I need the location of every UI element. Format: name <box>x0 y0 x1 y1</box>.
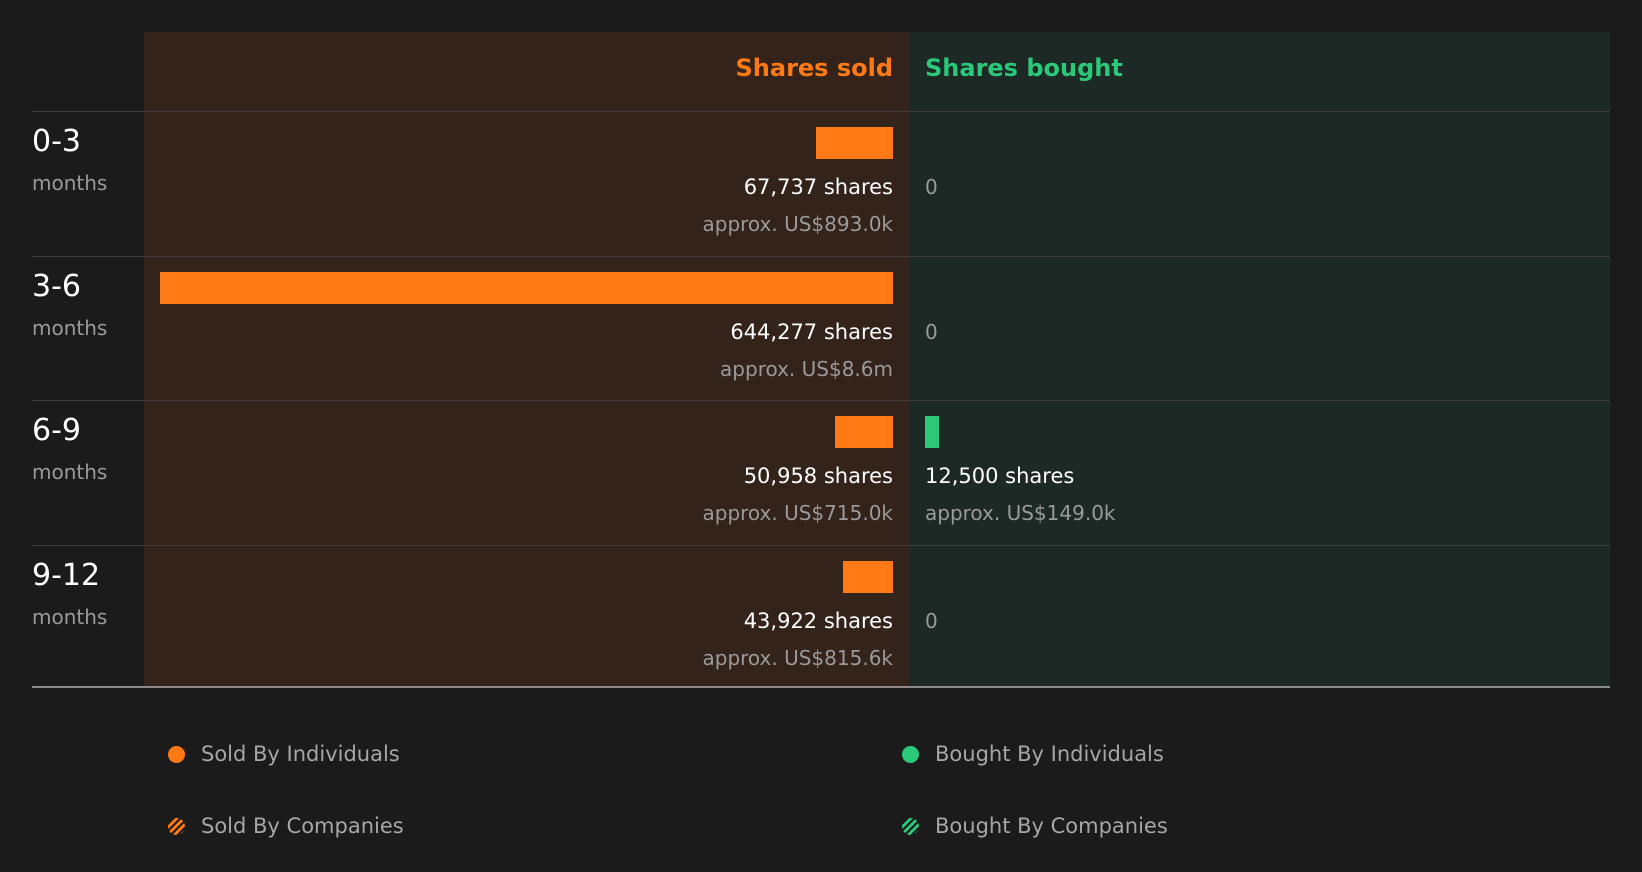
shares-bought-panel <box>909 32 1610 686</box>
shares-sold-header: Shares sold <box>735 54 894 82</box>
shares-bought-header: Shares bought <box>925 54 1123 82</box>
bought-shares-label: 0 <box>925 608 938 633</box>
legend-label: Sold By Individuals <box>201 742 400 766</box>
row-unit: months <box>32 315 108 340</box>
bought-shares-label: 0 <box>925 319 938 344</box>
chart-baseline <box>32 686 1610 688</box>
row-unit: months <box>32 171 108 195</box>
sold-bar <box>835 416 893 448</box>
bought-usd-label: approx. US$149.0k <box>925 501 1116 525</box>
sold-shares-label: 50,958 shares <box>743 464 893 488</box>
bought-shares-label: 0 <box>925 175 938 199</box>
row-unit: months <box>32 604 108 629</box>
row-period: 9-12 <box>32 557 101 593</box>
row-period: 6-9 <box>32 413 81 448</box>
sold-shares-label: 67,737 shares <box>743 175 893 199</box>
row-divider <box>32 256 1610 257</box>
sold-shares-label: 43,922 shares <box>743 608 893 633</box>
sold-usd-label: approx. US$893.0k <box>702 212 894 236</box>
row-label: 3-6 months <box>32 268 108 340</box>
legend-item: Bought By Individuals <box>902 742 1164 766</box>
sold-bar <box>843 560 893 593</box>
legend-item: Sold By Individuals <box>168 742 400 766</box>
sold-usd-label: approx. US$8.6m <box>720 356 893 381</box>
dot-icon <box>168 745 185 763</box>
dot-icon <box>902 745 919 763</box>
sold-usd-label: approx. US$815.6k <box>702 645 894 670</box>
legend-label: Sold By Companies <box>201 814 404 838</box>
bought-shares-label: 12,500 shares <box>925 464 1075 488</box>
legend-item: Bought By Companies <box>902 814 1168 838</box>
legend-label: Bought By Individuals <box>935 742 1164 766</box>
sold-usd-label: approx. US$715.0k <box>702 501 894 525</box>
sold-shares-label: 644,277 shares <box>730 319 893 344</box>
sold-bar <box>815 127 893 159</box>
row-label: 0-3 months <box>32 124 108 196</box>
insider-transactions-chart: Shares sold Shares bought 0-3 months 67,73… <box>0 0 1642 872</box>
row-label: 9-12 months <box>32 557 108 629</box>
striped-dot-icon <box>902 817 919 835</box>
row-divider <box>32 545 1610 546</box>
sold-bar <box>160 271 893 304</box>
row-divider <box>32 400 1610 401</box>
striped-dot-icon <box>168 817 185 835</box>
legend-label: Bought By Companies <box>935 814 1168 838</box>
bought-bar <box>925 416 940 448</box>
row-period: 3-6 <box>32 268 81 304</box>
row-divider <box>32 111 1610 112</box>
row-label: 6-9 months <box>32 413 108 485</box>
row-unit: months <box>32 460 108 484</box>
legend-item: Sold By Companies <box>168 814 404 838</box>
row-period: 0-3 <box>32 124 81 159</box>
